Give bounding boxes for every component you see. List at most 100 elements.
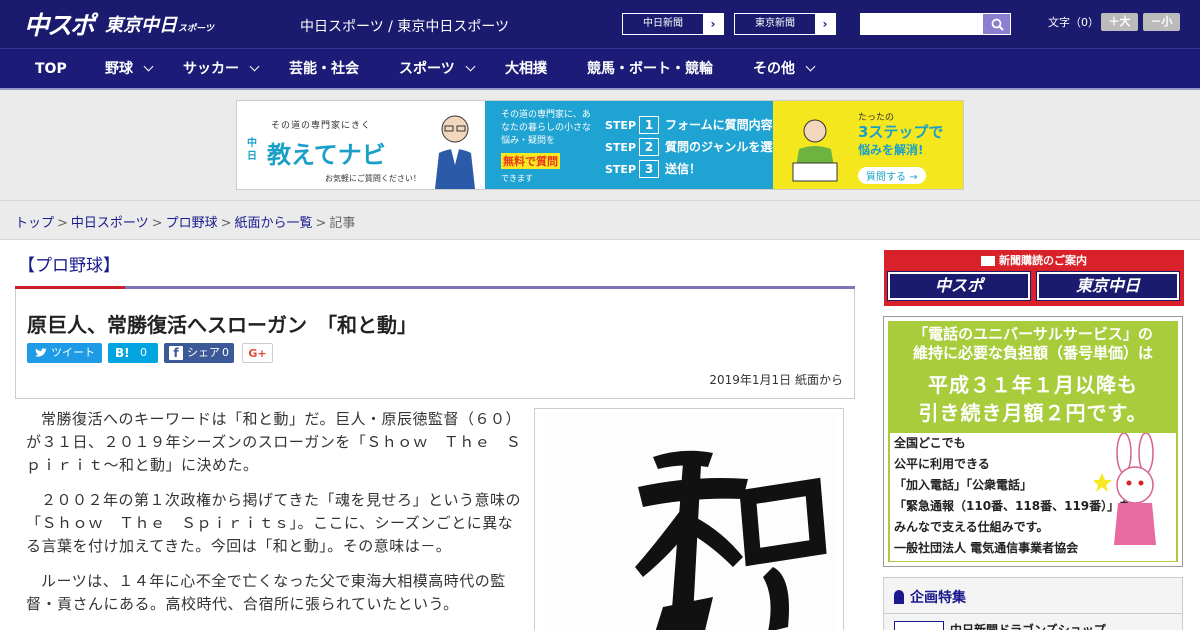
breadcrumb-current: 記事 bbox=[329, 216, 356, 231]
banner-brand-panel: その道の専門家にきく 中日 教えてナビ お気軽にご質問ください！ bbox=[237, 101, 485, 189]
article-title: 原巨人、常勝復活へスローガン 「和と動」 bbox=[27, 313, 417, 337]
nav-item-sumo[interactable]: 大相撲 bbox=[505, 49, 547, 89]
nav-label: 野球 bbox=[105, 61, 133, 77]
banner-cta-panel: たったの 3ステップで 悩みを解消! 質問する → bbox=[773, 101, 963, 189]
step-number: 2 bbox=[639, 138, 660, 156]
ad-headline: 平成３１年１月以降も 引き続き月額２円です。 bbox=[888, 371, 1178, 427]
banner-intro-end: できます bbox=[501, 174, 533, 183]
article-photo[interactable] bbox=[534, 408, 844, 630]
ad-big2: 引き続き月額２円です。 bbox=[918, 401, 1148, 425]
logo-tokyo-chunichi[interactable]: 東京中日スポーツ bbox=[105, 11, 214, 37]
article-paragraph: 常勝復活へのキーワードは「和と動」だ。巨人・原辰徳監督（６０）が３１日、２０１９… bbox=[26, 410, 522, 474]
search-input[interactable] bbox=[860, 13, 982, 35]
subscription-box: 新聞購読のご案内 中スポ 東京中日 bbox=[884, 250, 1184, 306]
banner-caption: お気軽にご質問ください！ bbox=[325, 174, 421, 183]
nav-item-top[interactable]: TOP bbox=[35, 49, 67, 89]
facebook-icon: f bbox=[169, 346, 183, 360]
facebook-count: 0 bbox=[222, 346, 229, 359]
dragons-shop-thumbnail[interactable] bbox=[894, 621, 944, 630]
breadcrumb-chunichi-sports[interactable]: 中日スポーツ bbox=[71, 216, 149, 231]
article-header: 原巨人、常勝復活へスローガン 「和と動」 ツイート B! 0 f シェア 0 G… bbox=[15, 289, 855, 399]
search-button[interactable] bbox=[982, 13, 1011, 35]
nav-label: その他 bbox=[753, 61, 795, 77]
logo-tokyo-suffix: スポーツ bbox=[178, 24, 214, 34]
article-date: 2019年1月1日 紙面から bbox=[709, 373, 843, 387]
subscribe-chuspo-label: 中スポ bbox=[890, 274, 1028, 298]
hatena-count: 0 bbox=[140, 346, 147, 359]
font-size-label: 文字（0） bbox=[1048, 16, 1099, 29]
calligraphy-image bbox=[543, 417, 835, 630]
breadcrumb: トップ > 中日スポーツ > プロ野球 > 紙面から一覧 > 記事 bbox=[15, 212, 355, 231]
font-increase-button[interactable]: ＋大 bbox=[1101, 13, 1138, 31]
hatena-bookmark-button[interactable]: B! 0 bbox=[108, 343, 158, 363]
ad-lines: 「電話のユニバーサルサービス」の 維持に必要な負担額（番号単価）は bbox=[888, 325, 1178, 363]
tokyo-shimbun-link[interactable]: 東京新聞 › bbox=[734, 13, 836, 35]
feature-item[interactable]: 中日新聞ドラゴンズショップ bbox=[950, 621, 1106, 630]
newspaper-icon bbox=[981, 256, 995, 266]
subscribe-chuspo-button[interactable]: 中スポ bbox=[887, 271, 1031, 301]
site-logo[interactable]: 中スポ 東京中日スポーツ bbox=[24, 8, 214, 40]
tweet-label: ツイート bbox=[51, 346, 95, 359]
subscribe-tokyo-chunichi-button[interactable]: 東京中日 bbox=[1036, 271, 1180, 301]
universal-service-ad[interactable]: 「電話のユニバーサルサービス」の 維持に必要な負担額（番号単価）は 平成３１年１月… bbox=[883, 316, 1183, 567]
logo-chuspo[interactable]: 中スポ bbox=[24, 6, 95, 42]
chevron-right-icon: › bbox=[815, 14, 835, 34]
banner-tagline: その道の専門家にきく bbox=[271, 121, 372, 131]
rabbit-mascot-icon bbox=[1094, 433, 1156, 545]
calligraphy-wa-to bbox=[635, 450, 827, 630]
chunichi-shimbun-link[interactable]: 中日新聞 › bbox=[622, 13, 724, 35]
subscribe-tokyo-chunichi-label: 東京中日 bbox=[1039, 274, 1177, 298]
article-category: 【プロ野球】 bbox=[18, 256, 120, 276]
google-plus-button[interactable]: G+ bbox=[242, 343, 273, 363]
facebook-share-button[interactable]: f シェア 0 bbox=[164, 343, 234, 363]
step-text: 送信！ bbox=[665, 162, 702, 176]
feature-divider bbox=[884, 613, 1182, 614]
ad-panel: 「電話のユニバーサルサービス」の 維持に必要な負担額（番号単価）は 平成３１年１月… bbox=[888, 321, 1178, 562]
breadcrumb-paper-list[interactable]: 紙面から一覧 bbox=[235, 216, 313, 231]
person-laptop-icon bbox=[792, 119, 838, 182]
nav-item-other[interactable]: その他 bbox=[753, 49, 816, 89]
article-body: 常勝復活へのキーワードは「和と動」だ。巨人・原辰徳監督（６０）が３１日、２０１９… bbox=[26, 408, 524, 628]
article-paragraph: ２００２年の第１次政権から掲げてきた「魂を見せろ」という意味の「Ｓｈｏｗ Ｔｈｅ… bbox=[26, 491, 522, 555]
banner-three-steps: 3ステップで bbox=[858, 123, 944, 141]
banner-solve: 悩みを解消! bbox=[858, 143, 924, 157]
nav-item-entertainment[interactable]: 芸能・社会 bbox=[289, 49, 359, 89]
chevron-down-icon bbox=[249, 61, 260, 72]
nav-label: 大相撲 bbox=[505, 61, 547, 77]
chunichi-shimbun-label: 中日新聞 bbox=[643, 18, 683, 29]
article-paragraph: ルーツは、１４年に心不全で亡くなった父で東海大相模高時代の監督・貢さんにある。高… bbox=[26, 572, 506, 613]
breadcrumb-separator: > bbox=[57, 216, 68, 231]
nav-label: 競馬・ボート・競輪 bbox=[587, 61, 713, 77]
oshiete-navi-banner[interactable]: その道の専門家にきく 中日 教えてナビ お気軽にご質問ください！ その道の専門家… bbox=[236, 100, 964, 190]
nav-label: スポーツ bbox=[399, 61, 455, 77]
site-header: 中スポ 東京中日スポーツ 中日スポーツ / 東京中日スポーツ 中日新聞 › 東京… bbox=[0, 0, 1200, 48]
nav-label: サッカー bbox=[183, 61, 239, 77]
breadcrumb-top[interactable]: トップ bbox=[15, 216, 54, 231]
ad-line2: 維持に必要な負担額（番号単価）は bbox=[912, 344, 1153, 362]
feature-heading: 企画特集 bbox=[894, 587, 966, 607]
feature-box: 企画特集 中日新聞ドラゴンズショップ bbox=[883, 577, 1183, 630]
banner-free-question: 無料で質問 bbox=[501, 153, 560, 169]
banner-ask-button[interactable]: 質問する → bbox=[858, 167, 926, 184]
banner-intro-panel: その道の専門家に、あなたの暮らしの小さな悩み・疑問を 無料で質問 できます bbox=[485, 101, 605, 189]
nav-item-baseball[interactable]: 野球 bbox=[105, 49, 154, 89]
ribbon-icon bbox=[894, 590, 904, 604]
nav-item-soccer[interactable]: サッカー bbox=[183, 49, 260, 89]
breadcrumb-pro-baseball[interactable]: プロ野球 bbox=[166, 216, 218, 231]
banner-title: 教えてナビ bbox=[267, 141, 386, 169]
chevron-down-icon bbox=[805, 61, 816, 72]
font-decrease-button[interactable]: －小 bbox=[1143, 13, 1180, 31]
banner-step: STEP 2 質問のジャンルを選択 bbox=[605, 137, 784, 157]
nav-label: 芸能・社会 bbox=[289, 61, 359, 77]
site-title[interactable]: 中日スポーツ / 東京中日スポーツ bbox=[300, 16, 509, 36]
step-number: 1 bbox=[639, 116, 660, 134]
nav-item-racing[interactable]: 競馬・ボート・競輪 bbox=[587, 49, 713, 89]
chevron-down-icon bbox=[465, 61, 476, 72]
nav-item-sports[interactable]: スポーツ bbox=[399, 49, 476, 89]
banner-step: STEP 3 送信！ bbox=[605, 159, 701, 179]
ad-banner-area: その道の専門家にきく 中日 教えてナビ お気軽にご質問ください！ その道の専門家… bbox=[0, 90, 1200, 200]
main-nav: TOP 野球 サッカー 芸能・社会 スポーツ 大相撲 競馬・ボート・競輪 その他 bbox=[0, 48, 1200, 90]
tweet-button[interactable]: ツイート bbox=[27, 343, 102, 363]
feature-heading-text: 企画特集 bbox=[910, 590, 966, 606]
breadcrumb-separator: > bbox=[220, 216, 232, 231]
